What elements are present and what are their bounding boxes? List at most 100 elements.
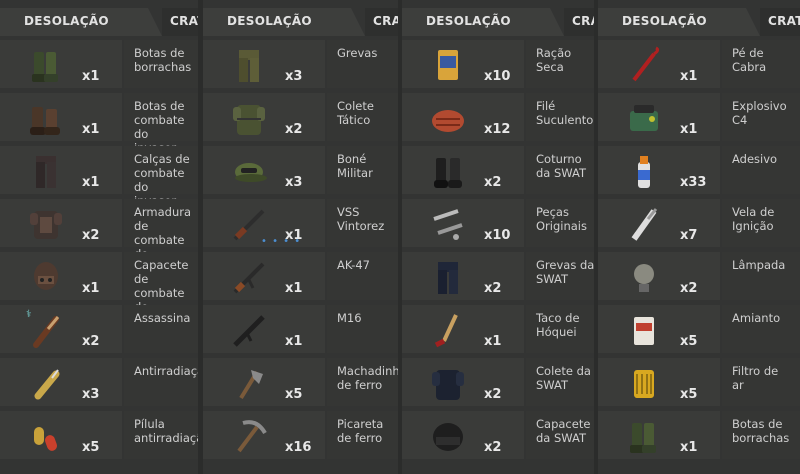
swat-vest-icon [432,370,464,400]
item-name: Taco de Hóquei [536,311,580,339]
item-name: Explosivo C4 [732,99,787,127]
tab-desolacao[interactable]: DESOLAÇÃO [598,8,760,36]
tab-crate[interactable]: CRATE [760,8,800,36]
item-name: Botas de borrachas [134,46,192,74]
inventory-slot[interactable]: x1 AK-47 [203,252,398,304]
assassin-knife-icon [33,316,60,348]
inventory-slot[interactable]: x2 Capacete da SWAT [402,411,594,463]
inventory-slot[interactable]: x1 Botas de borrachas [598,411,800,463]
tab-desolacao[interactable]: DESOLAÇÃO [402,8,564,36]
crowbar-icon [632,46,660,82]
inventory-slot[interactable]: x1Capacete de combate do invasor [0,252,198,328]
item-name: Ração Seca [536,46,572,74]
inventory-slot[interactable]: x7 Vela de Ignição [598,199,800,251]
item-quantity: x2 [484,281,502,296]
dry-ration-icon [438,50,458,80]
inventory-slot[interactable]: x2 Colete da SWAT [402,358,594,410]
inventory-slot[interactable]: x2 Grevas da SWAT [402,252,594,304]
item-quantity: x5 [680,387,698,402]
inventory-slot[interactable]: x5 Pílula antirradiação [0,411,198,463]
item-quantity: x2 [82,228,100,243]
inventory-slot[interactable]: x10 Peças Originais [402,199,594,251]
item-name: Capacete da SWAT [536,417,591,445]
inventory-slot[interactable]: x10 Ração Seca [402,40,594,92]
item-name: VSS Vintorez [337,205,385,233]
item-quantity: x2 [484,440,502,455]
item-quantity: x1 [285,228,303,243]
inventory-slot[interactable]: x33 Adesivo [598,146,800,198]
inventory-slot[interactable]: x2 Lâmpada [598,252,800,304]
item-name: Filtro de ar [732,364,779,392]
pill-icon [34,427,58,451]
item-name: M16 [337,311,362,325]
item-name: Pé de Cabra [732,46,767,74]
item-name: Coturno da SWAT [536,152,587,180]
inventory-slot[interactable]: x5 Filtro de ar [598,358,800,410]
anti-radiation-icon [34,369,60,400]
tab-label: CRATE [373,14,398,28]
item-quantity: x1 [82,122,100,137]
inventory-slot[interactable]: x1Calças de combate do invasor [0,146,198,208]
combat-pants-icon [36,156,56,188]
item-name: Pílula antirradiação [134,417,198,445]
inventory-slot[interactable]: x16 Picareta de ferro [203,411,398,463]
iron-hatchet-icon [239,370,263,400]
item-quantity: x1 [680,122,698,137]
inventory-slot[interactable]: x3 Grevas [203,40,398,92]
item-quantity: x33 [680,175,707,190]
greaves-icon [239,50,259,82]
item-name: Boné Militar [337,152,373,180]
rubber-boots-icon [32,52,58,82]
item-quantity: x1 [680,69,698,84]
adhesive-icon [638,156,650,188]
tab-crate[interactable]: CRATE [564,8,594,36]
crate-panel-3: DESOLAÇÃO CRATE x10 Ração Seca x12 Filé Sucu… [402,0,594,474]
m16-icon [233,315,265,347]
tab-crate[interactable]: CRATE [365,8,398,36]
crate-panel-4: DESOLAÇÃO CRATE x1 Pé de Cabra x1 Explosivo … [598,0,800,474]
inventory-slot[interactable]: x12 Filé Suculento [402,93,594,145]
iron-pickaxe-icon [237,420,267,453]
combat-boots-icon [30,107,60,135]
item-quantity: x3 [285,69,303,84]
item-quantity: x5 [285,387,303,402]
item-name: Assassina [134,311,191,325]
tab-label: CRATE [170,14,198,28]
spark-plug-icon [631,208,658,241]
inventory-slot[interactable]: x1 Botas de borrachas [0,40,198,92]
light-bulb-icon [634,264,654,292]
inventory-slot[interactable]: x5 Machadinha de ferro [203,358,398,410]
inventory-slot[interactable]: • • • • x1 VSS Vintorez [203,199,398,251]
item-quantity: x1 [285,281,303,296]
tab-label: DESOLAÇÃO [622,14,707,28]
tab-desolacao[interactable]: DESOLAÇÃO [0,8,162,36]
inventory-slot[interactable]: x3 Boné Militar [203,146,398,198]
inventory-slot[interactable]: x1 Explosivo C4 [598,93,800,145]
inventory-slot[interactable]: x3 Antirradiação [0,358,198,410]
swat-greaves-icon [438,262,458,294]
inventory-slot[interactable]: x2 Colete Tático [203,93,398,145]
item-quantity: x1 [680,440,698,455]
item-quantity: x12 [484,122,511,137]
hockey-stick-icon [434,314,458,348]
crate-panel-1: DESOLAÇÃO CRATE x1 Botas de borrachas x1Bot… [0,0,198,474]
tab-label: DESOLAÇÃO [426,14,511,28]
tab-label: DESOLAÇÃO [24,14,109,28]
inventory-slot[interactable]: ⚕ x2 Assassina [0,305,198,357]
rubber-boots-icon [630,423,656,453]
tab-desolacao[interactable]: DESOLAÇÃO [203,8,365,36]
item-quantity: x2 [285,122,303,137]
item-name: Adesivo [732,152,778,166]
item-quantity: x16 [285,440,312,455]
inventory-slot[interactable]: x1 M16 [203,305,398,357]
inventory-slot[interactable]: x2Armadura de combate do invasor [0,199,198,275]
inventory-slot[interactable]: x2 Coturno da SWAT [402,146,594,198]
inventory-slot[interactable]: x5 Amianto [598,305,800,357]
inventory-slot[interactable]: x1 Taco de Hóquei [402,305,594,357]
item-quantity: x1 [285,334,303,349]
inventory-slot[interactable]: x1Botas de combate do invasor [0,93,198,155]
tab-crate[interactable]: CRATE [162,8,198,36]
item-name: Botas de borrachas [732,417,790,445]
item-name: Vela de Ignição [732,205,775,233]
inventory-slot[interactable]: x1 Pé de Cabra [598,40,800,92]
